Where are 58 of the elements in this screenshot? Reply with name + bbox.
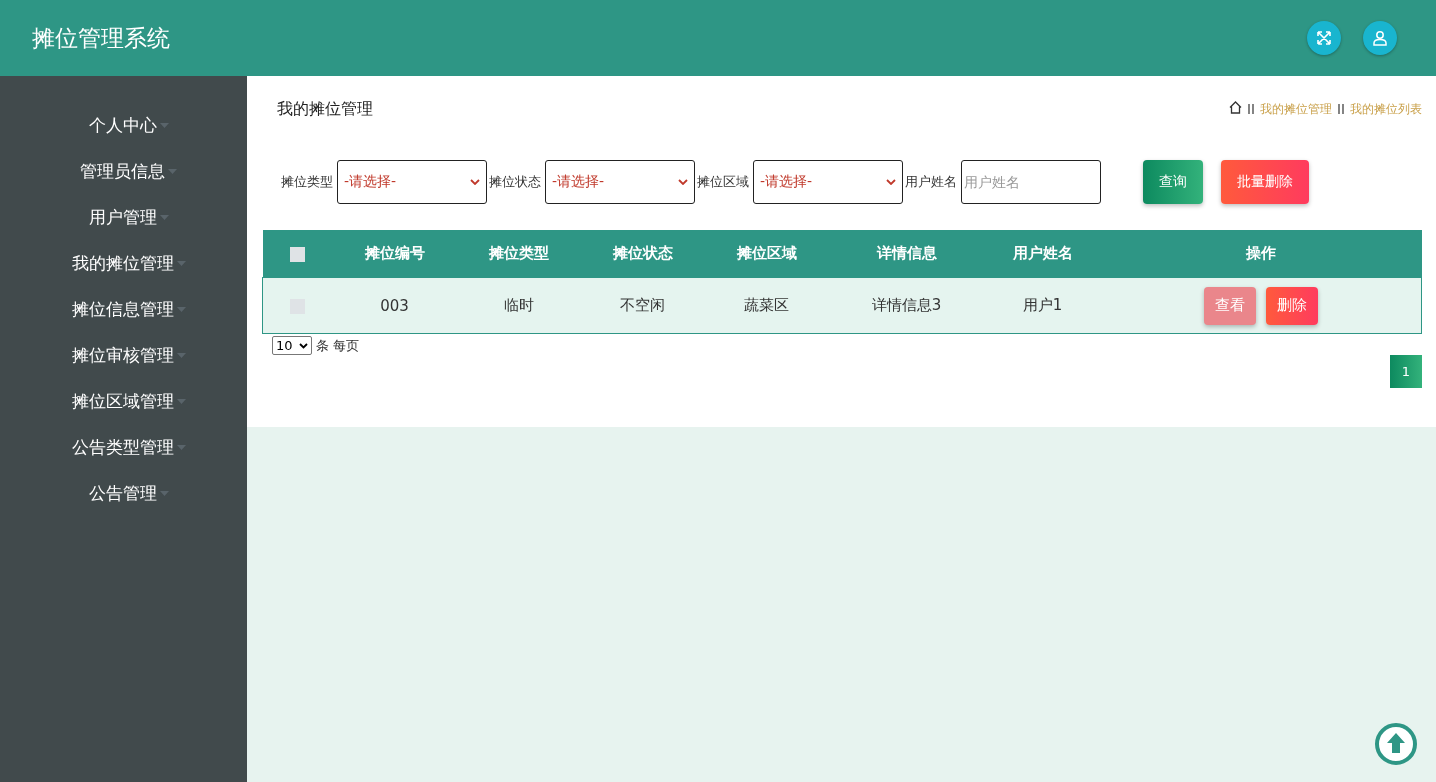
- column-header: 摊位类型: [456, 230, 581, 278]
- chevron-icon: [678, 179, 688, 185]
- caret-icon: [176, 352, 186, 358]
- sidebar-item[interactable]: 个人中心: [78, 102, 169, 148]
- input-field[interactable]: 用户姓名: [961, 160, 1101, 204]
- sidebar-item[interactable]: 摊位信息管理: [61, 286, 186, 332]
- sidebar-item[interactable]: 我的摊位管理: [61, 240, 186, 286]
- table-cell: 不空闲: [580, 277, 705, 334]
- sidebar-item[interactable]: 公告管理: [78, 470, 169, 516]
- sidebar-item[interactable]: 摊位审核管理: [61, 332, 186, 378]
- filter-label: 摊位区域: [697, 173, 749, 191]
- table-cell: 详情信息3: [828, 277, 985, 334]
- select-field[interactable]: -请选择-: [545, 160, 695, 204]
- table-cell: 临时: [456, 277, 581, 334]
- table-cell: 用户1: [984, 277, 1101, 334]
- home-link[interactable]: [1229, 101, 1242, 117]
- column-header: 摊位编号: [332, 230, 457, 278]
- separator-icon: [1338, 104, 1344, 114]
- app-title: 摊位管理系统: [32, 23, 171, 53]
- chevron-icon: [470, 179, 480, 185]
- fullscreen-button[interactable]: [1307, 21, 1341, 55]
- expand-icon: [1316, 30, 1332, 46]
- page-size-select[interactable]: 10: [272, 336, 312, 355]
- caret-icon: [176, 306, 186, 312]
- table-cell: 003: [332, 277, 457, 334]
- column-header: 用户姓名: [984, 230, 1101, 278]
- select-field[interactable]: -请选择-: [337, 160, 487, 204]
- filter-label: 用户姓名: [905, 173, 957, 191]
- back-to-top-icon[interactable]: [1374, 722, 1418, 766]
- caret-icon: [176, 444, 186, 450]
- filter-label: 摊位状态: [489, 173, 541, 191]
- separator-icon: [1248, 104, 1254, 114]
- select-field[interactable]: -请选择-: [753, 160, 903, 204]
- sidebar-item[interactable]: 摊位区域管理: [61, 378, 186, 424]
- checkbox[interactable]: [290, 246, 305, 262]
- column-header: 详情信息: [828, 230, 985, 278]
- sidebar-item[interactable]: 用户管理: [78, 194, 169, 240]
- chevron-icon: [298, 342, 308, 349]
- search-button[interactable]: 查询: [1143, 160, 1203, 204]
- page-size-label: 条 每页: [315, 336, 359, 355]
- column-header: 摊位状态: [580, 230, 705, 278]
- filter-label: 摊位类型: [281, 173, 333, 191]
- column-header: 操作: [1100, 230, 1422, 278]
- caret-icon: [176, 398, 186, 404]
- home-icon: [1229, 101, 1242, 114]
- caret-icon: [159, 214, 169, 220]
- chevron-icon: [886, 179, 896, 185]
- sidebar-item[interactable]: 管理员信息: [70, 148, 177, 194]
- caret-icon: [159, 490, 169, 496]
- caret-icon: [159, 122, 169, 128]
- caret-icon: [176, 260, 186, 266]
- user-button[interactable]: [1363, 21, 1397, 55]
- column-header: 摊位区域: [704, 230, 829, 278]
- table-cell: 蔬菜区: [704, 277, 829, 334]
- caret-icon: [168, 168, 177, 174]
- page-title: 我的摊位管理: [277, 98, 374, 120]
- user-icon: [1372, 30, 1388, 46]
- sidebar-item[interactable]: 公告类型管理: [61, 424, 186, 470]
